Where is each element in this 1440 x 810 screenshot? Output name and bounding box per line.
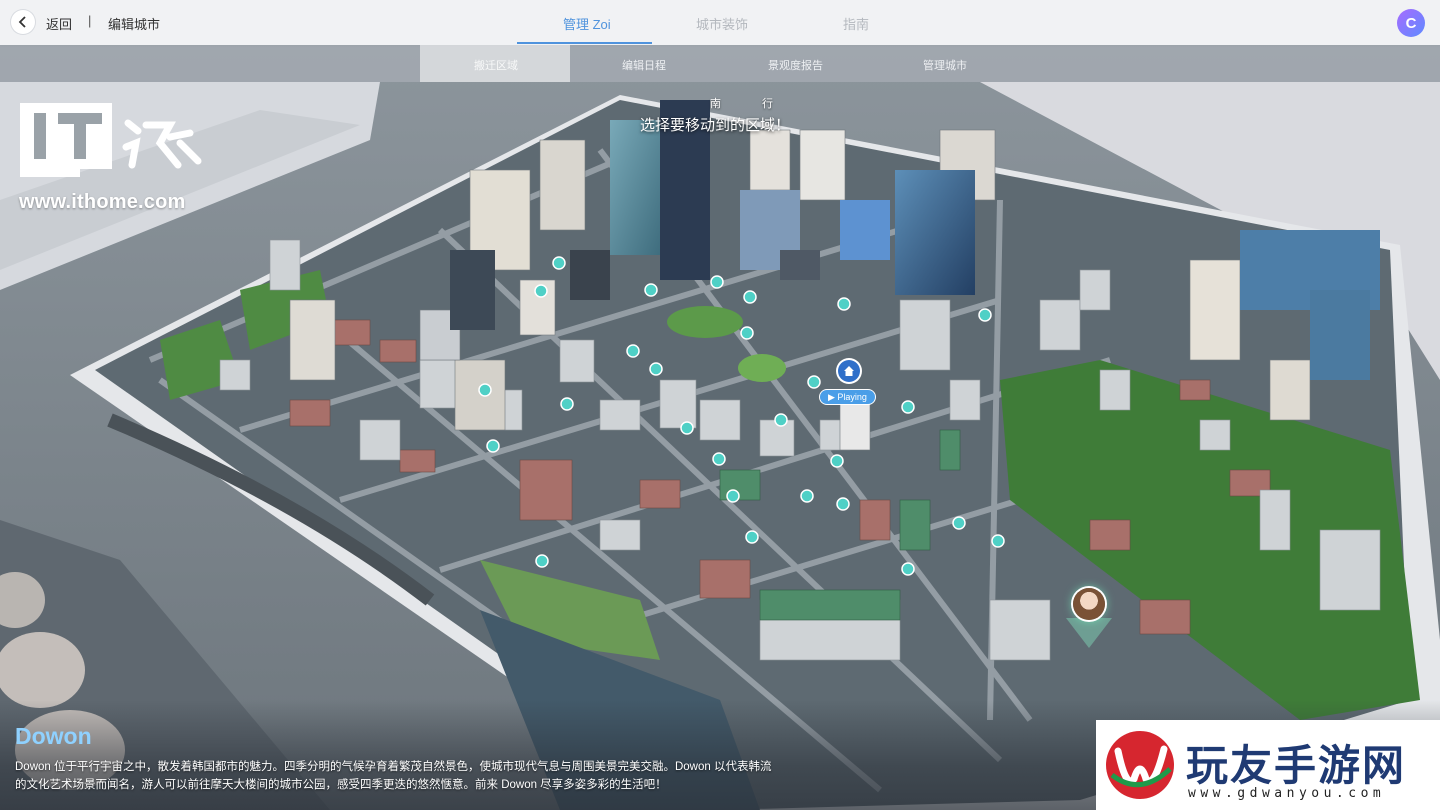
profile-icon: C xyxy=(1405,14,1417,32)
ithome-logo xyxy=(20,103,202,177)
subtab-landscape-report[interactable]: 景观度报告 xyxy=(768,57,823,73)
page-title: 编辑城市 xyxy=(108,17,161,32)
compass-label: 行 xyxy=(762,98,773,110)
subtab-relocate-area[interactable]: 搬迁区域 xyxy=(474,57,518,73)
map-prompt: 选择要移动到的区域！ xyxy=(640,117,791,134)
playing-badge[interactable]: ▶ Playing xyxy=(820,390,875,404)
sub-tab-bar xyxy=(0,45,1440,82)
partner-name: 玩友手游网 xyxy=(1186,741,1407,790)
tab-guide[interactable]: 指南 xyxy=(843,14,869,33)
home-marker[interactable] xyxy=(838,360,860,382)
city-name: Dowon xyxy=(15,723,92,749)
tab-manage-zoi[interactable]: 管理 Zoi xyxy=(563,14,611,33)
top-bar: 返回 | 编辑城市 管理 Zoi 城市装饰 指南 C xyxy=(0,0,1440,45)
back-button[interactable] xyxy=(11,10,35,34)
tab-city-decoration[interactable]: 城市装饰 xyxy=(696,14,748,33)
city-description: Dowon 位于平行宇宙之中，散发着韩国都市的魅力。四季分明的气候孕育着繁茂自然… xyxy=(15,761,772,791)
watermark-url: www.ithome.com xyxy=(19,191,186,213)
compass-label: 南 xyxy=(710,98,721,110)
chevron-left-icon xyxy=(18,16,26,28)
active-tab-indicator xyxy=(517,42,652,44)
zoi-location-beam xyxy=(1066,618,1112,648)
home-icon xyxy=(844,366,854,376)
zoi-avatar-icon[interactable] xyxy=(1073,588,1105,620)
subtab-edit-schedule[interactable]: 编辑日程 xyxy=(622,57,666,73)
partner-logo-icon xyxy=(1106,731,1174,799)
partner-watermark: 玩友手游网 www.gdwanyou.com xyxy=(1096,720,1440,810)
subtab-manage-city[interactable]: 管理城市 xyxy=(923,57,967,73)
partner-url: www.gdwanyou.com xyxy=(1188,786,1386,801)
back-label[interactable]: 返回 xyxy=(46,14,72,33)
profile-button[interactable]: C xyxy=(1397,9,1425,37)
breadcrumb-separator: | xyxy=(88,13,92,28)
